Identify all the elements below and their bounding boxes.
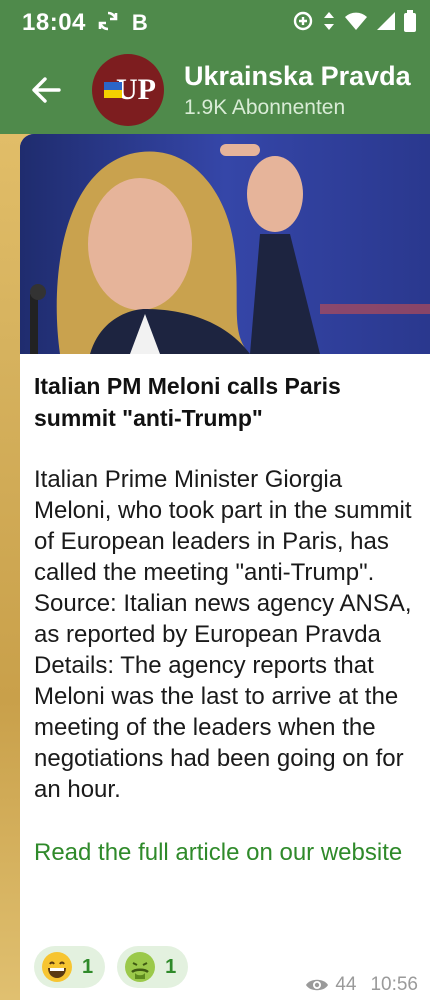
reactions-row: 1 1 [34,946,189,988]
channel-subscribers: 1.9K Abonnenten [184,95,346,119]
channel-title: Ukrainska Pravda [184,60,411,91]
channel-info[interactable]: Ukrainska Pravda 1.9K Abonnenten [184,61,411,120]
reaction-count: 1 [82,955,94,978]
b-icon: B [131,10,148,35]
photo-illustration [20,134,430,354]
chat-header: UP Ukrainska Pravda 1.9K Abonnenten [0,46,430,134]
read-full-article-link[interactable]: Read the full article on our website [20,805,430,868]
article-body: Italian Prime Minister Giorgia Meloni, w… [34,466,412,803]
message-time: 10:56 [370,974,418,995]
status-right-icons [292,9,416,37]
signal-icon [376,11,396,36]
ukraine-flag-icon [104,82,122,98]
message-bubble[interactable]: Italian PM Meloni calls Paris summit "an… [20,134,430,1000]
wifi-icon [344,11,368,36]
battery-icon [404,9,416,37]
status-left-icons: B [96,9,148,38]
grinning-face-icon [42,952,72,982]
eye-icon [306,979,329,991]
data-saver-icon [292,10,314,37]
view-count: 44 [335,974,357,995]
status-bar: 18:04 B [0,0,430,46]
nauseated-face-icon [125,952,156,982]
reaction-grinning[interactable]: 1 [34,946,106,988]
data-arrows-icon [322,10,336,37]
sync-icon [96,9,120,38]
message-meta: 44 10:56 [305,974,418,996]
article-headline: Italian PM Meloni calls Paris summit "an… [34,373,341,431]
reaction-count: 1 [165,955,177,978]
back-button[interactable] [0,46,92,134]
back-arrow-icon [32,77,61,103]
reaction-nauseated[interactable]: 1 [117,946,189,988]
avatar-logo-text: UP [116,73,156,106]
status-time: 18:04 [22,9,86,36]
channel-avatar[interactable]: UP [92,54,164,126]
article-photo[interactable] [20,134,430,354]
